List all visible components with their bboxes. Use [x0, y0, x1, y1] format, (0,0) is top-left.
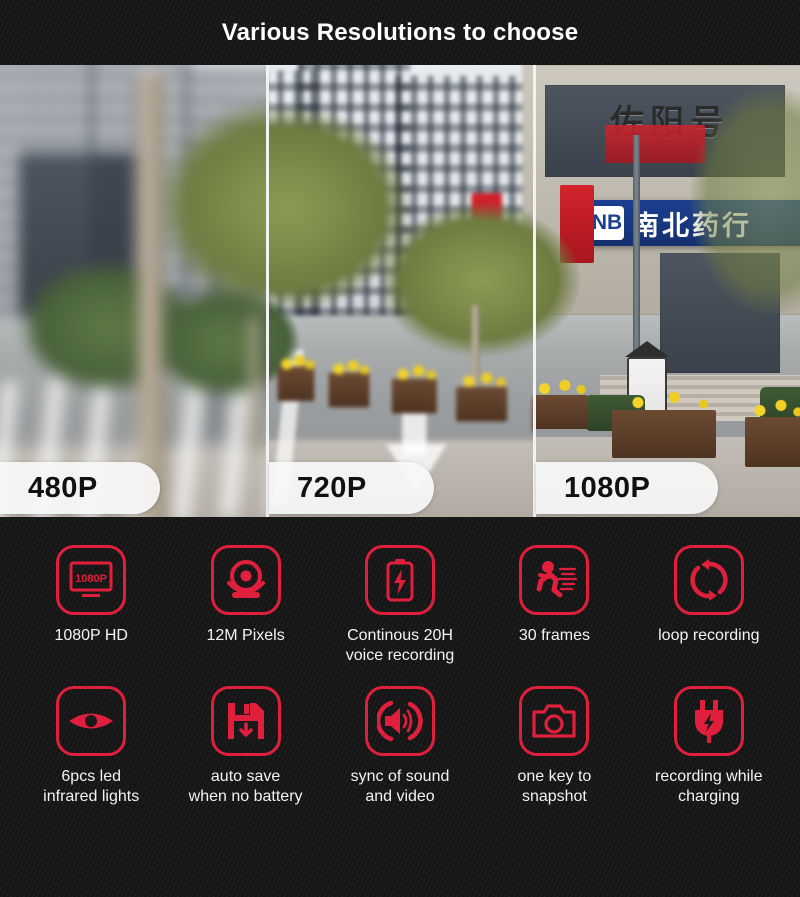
- flowers: [535, 379, 588, 395]
- feature-row-2: 6pcs led infrared lights auto save when …: [0, 666, 800, 807]
- feature-label: 12M Pixels: [206, 627, 285, 644]
- page-header: Various Resolutions to choose: [0, 0, 800, 65]
- flowers: [612, 387, 716, 413]
- street-scene: 佐阳号 NB 南北药行: [535, 65, 800, 517]
- monitor-1080p-icon: 1080P: [56, 545, 127, 615]
- flowers: [456, 371, 508, 388]
- tree-trunk-foreground: [137, 72, 165, 517]
- eye-icon: [56, 686, 127, 756]
- panel-image-1080p: 佐阳号 NB 南北药行: [535, 65, 800, 517]
- flower-planter: [612, 410, 716, 458]
- feature-30-frames: 30 frames: [477, 545, 631, 646]
- battery-bolt-icon: [365, 545, 436, 615]
- flower-planter: [456, 386, 508, 422]
- feature-label: auto save when no battery: [188, 768, 303, 805]
- panel-image-720p: 佐阳号 NB 南北药行: [268, 65, 535, 517]
- resolution-label: 1080P: [564, 471, 651, 504]
- flower-planter: [277, 366, 315, 402]
- resolution-badge-1080p: 1080P: [536, 462, 718, 514]
- camera-icon: [519, 686, 590, 756]
- feature-row-1: 1080P 1080P HD 12M Pixels Continous 20H …: [0, 545, 800, 666]
- feature-grid: 1080P 1080P HD 12M Pixels Continous 20H …: [0, 517, 800, 807]
- flowers: [328, 359, 370, 376]
- feature-voice-recording: Continous 20H voice recording: [323, 545, 477, 666]
- feature-sync-sound-video: sync of sound and video: [323, 686, 477, 807]
- feature-label: loop recording: [658, 627, 760, 644]
- flower-planter: [328, 372, 370, 408]
- feature-label: sync of sound and video: [350, 768, 450, 805]
- feature-label: 30 frames: [518, 627, 590, 644]
- feature-infrared-lights: 6pcs led infrared lights: [14, 686, 168, 807]
- webcam-icon: [210, 545, 281, 615]
- feature-label: 6pcs led infrared lights: [43, 768, 140, 805]
- feature-recording-while-charging: recording while charging: [632, 686, 786, 807]
- feature-label: recording while charging: [655, 768, 763, 805]
- resolution-label: 720P: [297, 471, 367, 504]
- feature-label: 1080P HD: [54, 627, 128, 644]
- panel-image-480p: 佐阳号 NB 南北药行: [0, 65, 268, 517]
- flower-planter: [745, 417, 800, 467]
- feature-loop-recording: loop recording: [632, 545, 786, 646]
- resolution-comparison-image: 佐阳号 NB 南北药行: [0, 65, 800, 517]
- feature-label: Continous 20H voice recording: [345, 627, 455, 664]
- speaker-sound-icon: [365, 686, 436, 756]
- product-feature-page: Various Resolutions to choose 佐阳号 NB 480…: [0, 0, 800, 897]
- power-plug-bolt-icon: [673, 686, 744, 756]
- flowers: [745, 395, 800, 421]
- street-scene: 佐阳号 NB 南北药行: [268, 65, 535, 517]
- flower-planter: [535, 395, 588, 429]
- feature-1080p-hd: 1080P 1080P HD: [14, 545, 168, 646]
- comparison-panel-1080p: 佐阳号 NB 南北药行: [535, 65, 800, 517]
- panel-divider: [266, 65, 269, 517]
- tree-trunk: [249, 316, 260, 455]
- loop-arrows-icon: [673, 545, 744, 615]
- feature-one-key-snapshot: one key to snapshot: [477, 686, 631, 807]
- floppy-save-icon: [210, 686, 281, 756]
- running-person-icon: [519, 545, 590, 615]
- pharmacy-logo: NB: [590, 206, 624, 240]
- resolution-badge-480p: 480P: [0, 462, 160, 514]
- feature-label: one key to snapshot: [517, 768, 592, 805]
- feature-12m-pixels: 12M Pixels: [168, 545, 322, 646]
- flower-planter: [391, 378, 437, 414]
- resolution-badge-720p: 720P: [269, 462, 434, 514]
- svg-text:1080P: 1080P: [75, 573, 107, 585]
- street-scene: 佐阳号 NB 南北药行: [0, 65, 268, 517]
- kiosk-roof: [625, 341, 669, 357]
- red-banner: [605, 125, 705, 163]
- flowers: [391, 364, 437, 381]
- resolution-label: 480P: [28, 471, 98, 504]
- comparison-panel-480p: 佐阳号 NB 南北药行: [0, 65, 268, 517]
- flowers: [277, 354, 315, 371]
- feature-auto-save: auto save when no battery: [168, 686, 322, 807]
- comparison-panel-720p: 佐阳号 NB 南北药行: [268, 65, 535, 517]
- panel-divider: [533, 65, 536, 517]
- page-title: Various Resolutions to choose: [221, 18, 579, 46]
